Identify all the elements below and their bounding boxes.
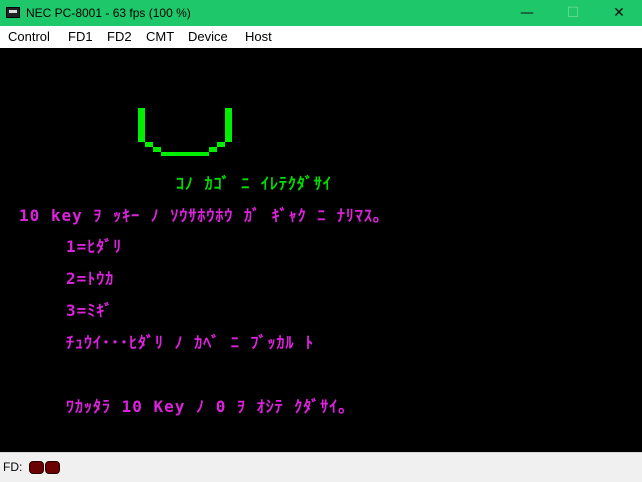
menu-cmt[interactable]: CMT (146, 29, 174, 44)
screen-line-instructions: 10 key ｦ ｯｷｰ ﾉ ｿｳｻﾎｳﾎｳ ｶﾞ ｷﾞｬｸ ﾆ ﾅﾘﾏｽ｡ (19, 206, 382, 225)
app-icon (6, 7, 20, 18)
menu-control[interactable]: Control (8, 29, 50, 44)
minimize-button[interactable]: — (504, 0, 550, 26)
emulator-screen[interactable]: ｺﾉ ｶｺﾞ ﾆ ｲﾚﾃｸﾀﾞｻｲ 10 key ｦ ｯｷｰ ﾉ ｿｳｻﾎｳﾎｳ… (0, 48, 642, 452)
menu-device[interactable]: Device (188, 29, 228, 44)
screen-line-warning: ﾁｭｳｲ･･･ﾋﾀﾞﾘ ﾉ ｶﾍﾞ ﾆ ﾌﾞｯｶﾙ ﾄ (66, 333, 315, 352)
cup-basket-graphic (138, 108, 232, 156)
screen-line-key1: 1=ﾋﾀﾞﾘ (66, 237, 123, 256)
screen-line-title: ｺﾉ ｶｺﾞ ﾆ ｲﾚﾃｸﾀﾞｻｲ (176, 174, 332, 193)
screen-line-prompt: ﾜｶｯﾀﾗ 10 Key ﾉ 0 ｦ ｵｼﾃ ｸﾀﾞｻｲ｡ (66, 397, 348, 416)
menu-fd2[interactable]: FD2 (107, 29, 132, 44)
screen-line-key3: 3=ﾐｷﾞ (66, 301, 114, 320)
screen-line-key2: 2=ﾄｳｶ (66, 269, 115, 288)
fd-status-label: FD: (3, 460, 23, 474)
close-button[interactable]: ✕ (596, 0, 642, 26)
fd1-led-icon (29, 461, 44, 474)
title-bar[interactable]: NEC PC-8001 - 63 fps (100 %) — ☐ ✕ (0, 0, 642, 26)
menu-fd1[interactable]: FD1 (68, 29, 93, 44)
maximize-button[interactable]: ☐ (550, 0, 596, 26)
menu-bar: Control FD1 FD2 CMT Device Host (0, 26, 642, 48)
status-bar: FD: (0, 452, 642, 482)
fd2-led-icon (45, 461, 60, 474)
menu-host[interactable]: Host (245, 29, 272, 44)
window-title: NEC PC-8001 - 63 fps (100 %) (26, 6, 191, 20)
